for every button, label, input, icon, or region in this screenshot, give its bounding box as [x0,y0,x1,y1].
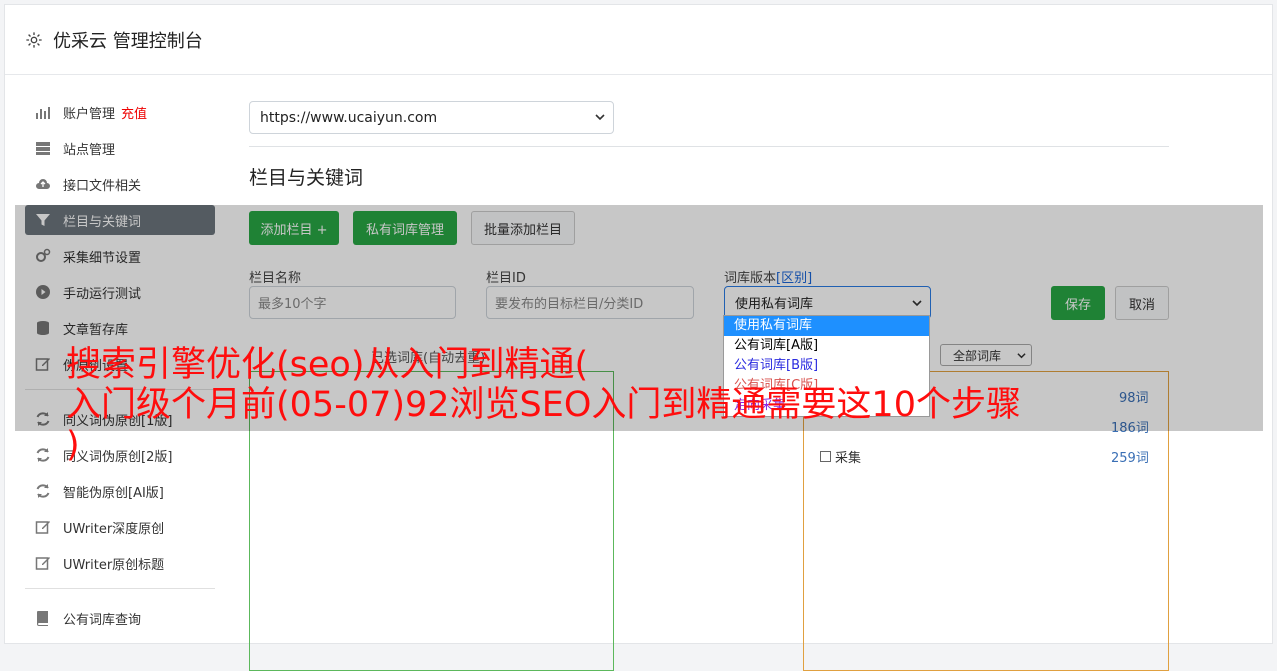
sidebar-item-public-lexicon[interactable]: 公有词库查询 [25,603,215,633]
page-title: 优采云 管理控制台 [53,30,203,52]
sidebar-item-label: 智能伪原创[AI版] [63,485,164,501]
sidebar-item-label: 接口文件相关 [63,178,142,194]
overlay-line: 入门级个月前(05-07)92浏览SEO入门到精通需要这10个步骤 [66,385,1021,425]
main-content: https://www.ucaiyun.com 栏目与关键词 添加栏目 + 私有… [249,101,1169,671]
sidebar-item-label: 账户管理 [63,106,116,122]
sidebar-item-ai-pseudo[interactable]: 智能伪原创[AI版] [25,476,215,506]
overlay-line: ) [66,425,80,465]
chevron-down-icon [595,114,605,121]
sidebar-item-uwriter-deep[interactable]: UWriter深度原创 [25,512,215,542]
bar-chart-icon [36,107,50,119]
dropdown-option[interactable]: 使用私有词库 [724,316,929,336]
cloud-upload-icon [36,179,50,189]
edit-icon [35,557,50,570]
refresh-icon [36,448,50,462]
sidebar-item-label: UWriter原创标题 [63,557,165,573]
sidebar-item-interface[interactable]: 接口文件相关 [25,169,215,199]
sidebar-item-label: 公有词库查询 [63,612,142,628]
sidebar-divider [25,588,215,589]
top-bar: 优采云 管理控制台 [5,5,1272,75]
sidebar-item-uwriter-title[interactable]: UWriter原创标题 [25,548,215,578]
sidebar-item-label: 站点管理 [63,142,116,158]
gear-icon [26,31,42,48]
overlay-line: 搜索引擎优化(seo)从入门到精通( [66,345,589,385]
book-icon [37,611,48,626]
overlay-caption: 搜索引擎优化(seo)从入门到精通( 入门级个月前(05-07)92浏览SEO入… [66,345,1236,465]
sidebar-item-sites[interactable]: 站点管理 [25,133,215,163]
edit-icon [35,521,50,534]
sidebar-item-label: UWriter深度原创 [63,521,165,537]
site-select-value: https://www.ucaiyun.com [260,109,438,126]
refresh-icon [36,484,50,498]
sidebar-item-account[interactable]: 账户管理 充值 [25,97,215,127]
site-select[interactable]: https://www.ucaiyun.com [249,101,614,134]
divider [249,146,1169,147]
recharge-link[interactable]: 充值 [121,103,147,122]
server-icon [36,142,50,155]
section-title: 栏目与关键词 [249,167,364,189]
